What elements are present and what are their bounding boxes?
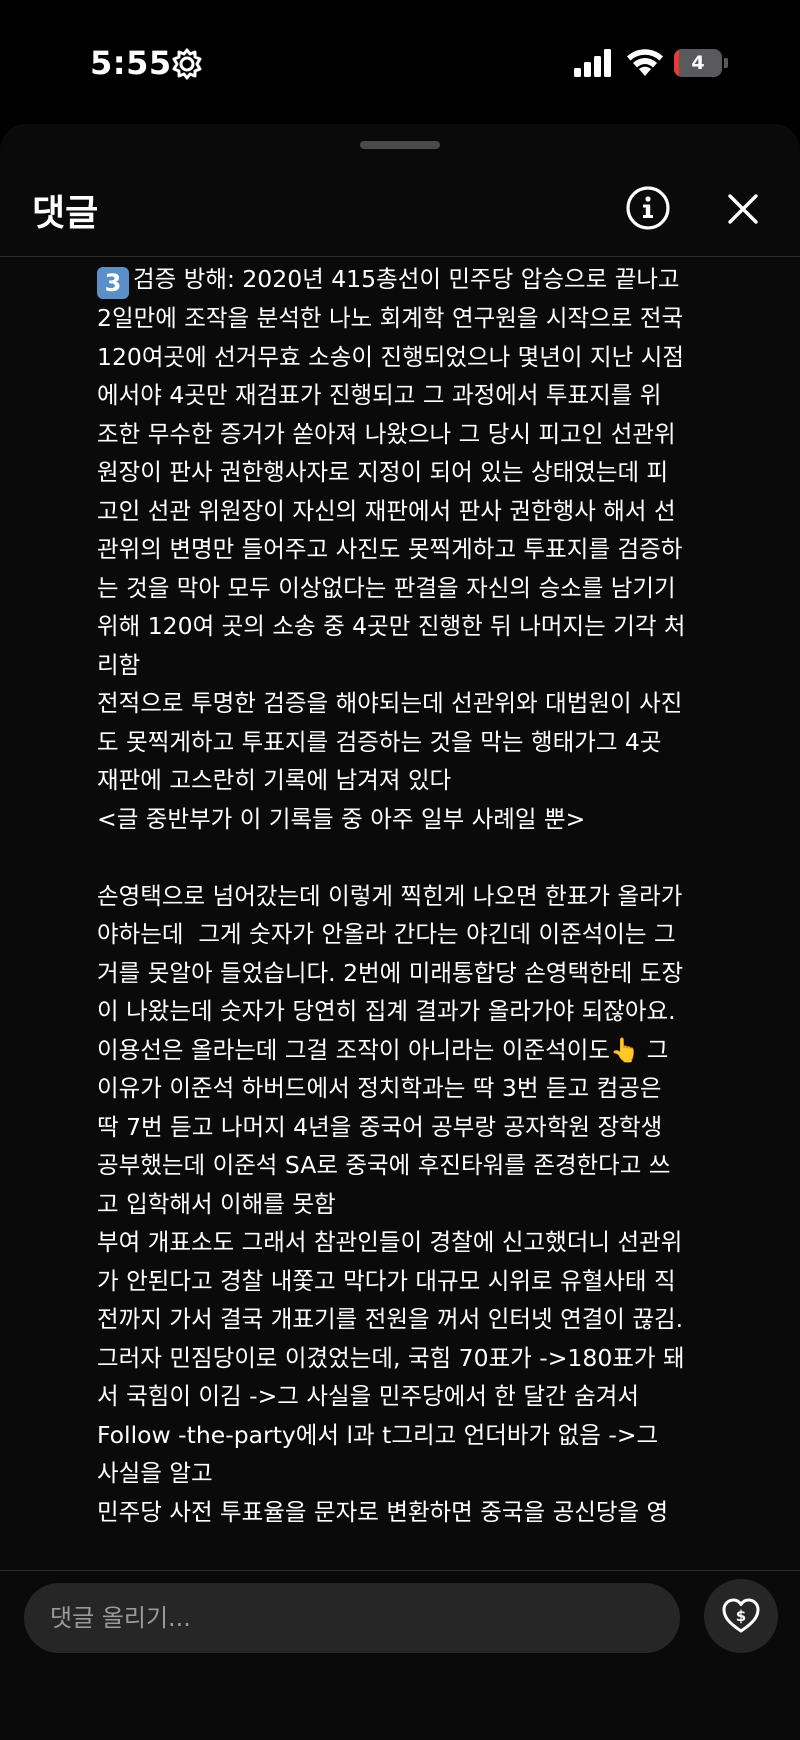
sheet-header: 댓글: [0, 164, 800, 256]
comment-text: 3 검증 방해: 2020년 415총선이 민주당 압승으로 끝나고 2일만에 조…: [97, 260, 747, 1531]
comment-content: 검증 방해: 2020년 415총선이 민주당 압승으로 끝나고 2일만에 조작…: [97, 265, 686, 1526]
comment-input[interactable]: [24, 1583, 680, 1653]
signal-icon: [574, 49, 611, 77]
header-divider: [0, 256, 800, 257]
gear-icon: [172, 48, 202, 80]
battery-icon: 4: [674, 49, 728, 77]
info-icon[interactable]: [624, 184, 672, 232]
status-time: 5:55: [90, 44, 172, 82]
wifi-icon: [627, 49, 663, 76]
status-bar: 5:55 4: [0, 0, 800, 120]
heart-dollar-icon: $: [722, 1598, 760, 1633]
close-icon[interactable]: [722, 188, 764, 230]
sheet-title: 댓글: [32, 193, 99, 234]
comments-sheet: 댓글 3 검증 방해: 2020년 415총선이 민주당 압승으로 끝나고 2일만…: [0, 124, 800, 1740]
svg-text:$: $: [736, 1607, 746, 1625]
gift-button[interactable]: $: [704, 1579, 778, 1653]
drag-handle[interactable]: [360, 141, 440, 149]
battery-level: 4: [691, 52, 705, 74]
comment-body: 3 검증 방해: 2020년 415총선이 민주당 압승으로 끝나고 2일만에 조…: [97, 260, 747, 1694]
keycap-3-icon: 3: [97, 267, 129, 299]
